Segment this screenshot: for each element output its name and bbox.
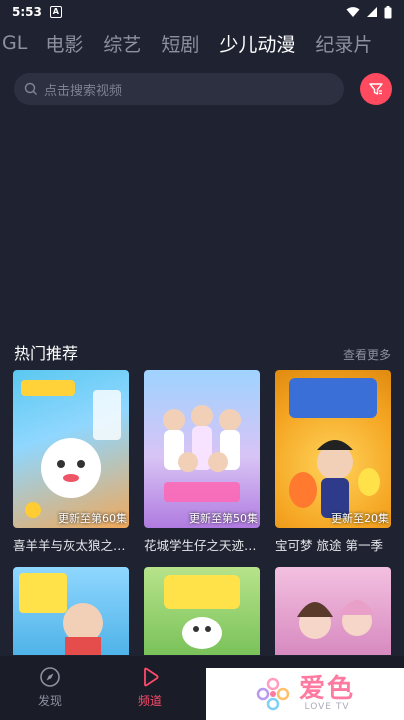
nav-discover[interactable]: 发现 (0, 656, 100, 720)
video-card[interactable] (144, 567, 260, 655)
brand-watermark: 爱色 LOVE TV (206, 668, 404, 720)
episode-badge: 更新至第60集 (58, 512, 127, 525)
tab-variety[interactable]: 综艺 (103, 30, 141, 57)
poster-art (21, 380, 121, 518)
channel-tabs: GL 电影 综艺 短剧 少儿动漫 纪录片 (0, 24, 404, 62)
tab-documentary[interactable]: 纪录片 (315, 30, 372, 57)
video-poster: 更新至第60集 (13, 370, 129, 528)
tab-kids-anime[interactable]: 少儿动漫 (219, 30, 295, 57)
nav-channel-label: 频道 (137, 694, 162, 708)
video-card[interactable] (275, 567, 391, 655)
status-icons (346, 5, 392, 19)
video-card[interactable]: 更新至20集 宝可梦 旅途 第一季 (275, 370, 391, 554)
flower-logo-icon (256, 677, 290, 711)
status-time: 5:53 (12, 5, 42, 19)
poster-art (164, 575, 240, 649)
watermark-sub: LOVE TV (304, 702, 350, 712)
video-poster (13, 567, 129, 655)
section-title: 热门推荐 (14, 344, 79, 363)
tab-movie[interactable]: 电影 (45, 30, 83, 57)
filter-button[interactable] (360, 73, 392, 105)
play-icon (144, 667, 159, 687)
search-input[interactable]: 点击搜索视频 (14, 73, 344, 105)
tab-short-drama[interactable]: 短剧 (161, 30, 199, 57)
video-card[interactable]: 更新至第50集 花城学生仔之天迹… (144, 370, 260, 554)
video-title: 花城学生仔之天迹… (144, 538, 257, 553)
section-header: 热门推荐 查看更多 (14, 340, 391, 364)
video-poster: 更新至第50集 (144, 370, 260, 528)
video-card[interactable] (13, 567, 129, 655)
video-poster: 更新至20集 (275, 370, 391, 528)
app-notification-icon: A (49, 6, 62, 18)
nav-channel[interactable]: 频道 (100, 656, 200, 720)
episode-badge: 更新至20集 (331, 512, 389, 525)
search-row: 点击搜索视频 (14, 72, 392, 106)
nav-discover-label: 发现 (37, 694, 62, 708)
tab-gl[interactable]: GL (2, 32, 27, 54)
signal-icon (367, 7, 377, 17)
poster-art (297, 600, 375, 639)
search-icon (24, 82, 38, 96)
compass-icon (40, 667, 60, 687)
battery-icon (384, 5, 392, 18)
poster-art (163, 405, 241, 502)
video-title: 宝可梦 旅途 第一季 (275, 538, 383, 553)
poster-art (289, 378, 380, 518)
wifi-icon (346, 7, 360, 17)
status-bar: 5:53 A (0, 0, 404, 24)
poster-art (19, 573, 103, 655)
episode-badge: 更新至第50集 (189, 512, 258, 525)
see-more-link[interactable]: 查看更多 (343, 346, 391, 363)
video-title: 喜羊羊与灰太狼之… (13, 538, 126, 553)
video-poster (144, 567, 260, 655)
watermark-brand: 爱色 (298, 674, 355, 704)
video-card[interactable]: 更新至第60集 喜羊羊与灰太狼之… (13, 370, 129, 554)
search-placeholder: 点击搜索视频 (44, 83, 123, 99)
filter-icon (369, 83, 383, 95)
video-poster (275, 567, 391, 655)
